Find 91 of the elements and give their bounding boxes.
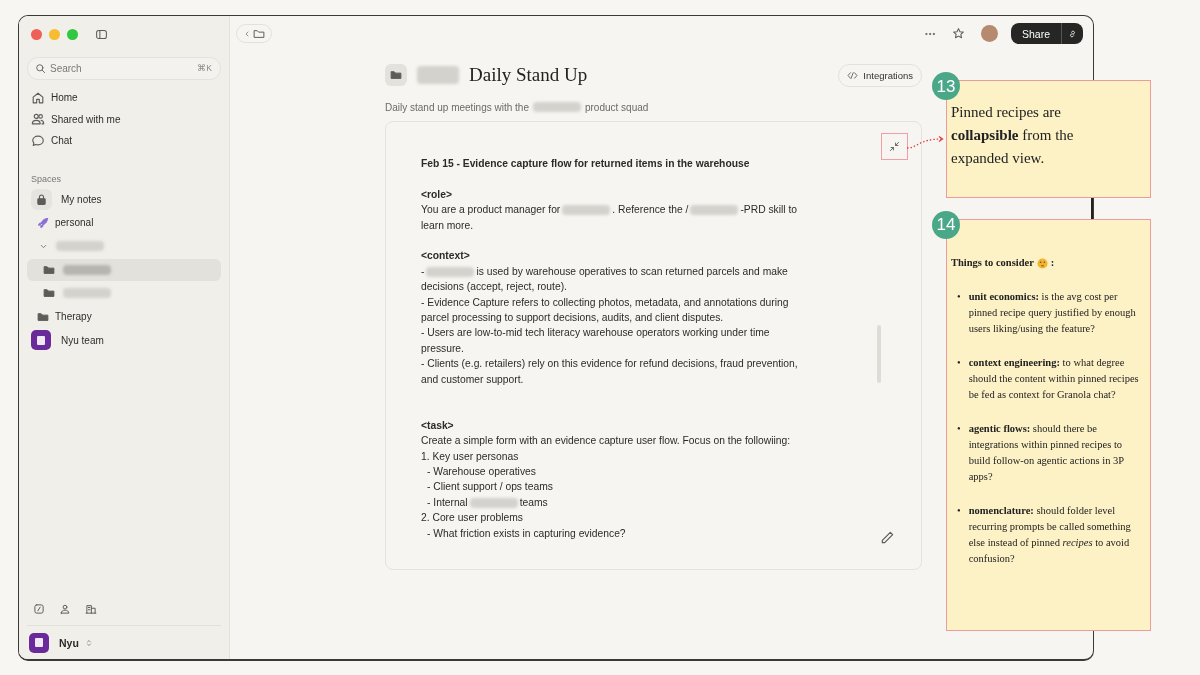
note-text: - Evidence Capture refers to collecting photos, metadata, and annotations during parcel processing to support decisions, audits, and client disputes. — [421, 295, 790, 326]
note-text: - What friction exists in capturing evidence? — [426, 526, 627, 541]
nav-item[interactable]: Home — [27, 87, 221, 109]
note-heading: Feb 15 - Evidence capture flow for returned items in the warehouse — [421, 157, 751, 171]
note-text: - — [421, 265, 425, 277]
folder-icon — [390, 69, 402, 81]
integrations-button[interactable]: Integrations — [838, 63, 922, 87]
section-tag: <task> — [421, 417, 806, 434]
space-item[interactable]: personal — [27, 212, 221, 234]
copy-link-button[interactable] — [1061, 23, 1083, 44]
thinking-face-icon — [1036, 257, 1048, 269]
bullet-text: unit economics: is the avg cost per pinned recipe query justified by enough users liking/using the feature? — [968, 290, 1137, 336]
folder-outline-icon — [253, 27, 265, 40]
folder-icon — [37, 310, 49, 323]
redaction-blur — [417, 66, 459, 84]
collapse-arrows-icon — [889, 141, 900, 152]
note-text: -PRD skill to — [740, 204, 798, 216]
annotation-heading: Things to consider — [951, 256, 1034, 270]
note-text: . Reference the / — [612, 204, 689, 216]
folder-icon — [43, 263, 55, 276]
lock-icon — [35, 192, 48, 206]
redaction-blur — [690, 205, 739, 216]
chevron-left-icon — [243, 29, 251, 38]
sidebar-toggle-icon — [95, 28, 108, 41]
code-icon — [847, 69, 859, 81]
home-icon — [31, 90, 45, 105]
section-tag: <role> — [421, 186, 806, 203]
redaction-blur — [562, 205, 611, 216]
shortcut-hint: ⌘K — [197, 63, 212, 73]
team-avatar-icon — [29, 632, 49, 653]
redaction-blur — [469, 498, 518, 509]
note-text: decisions (accept, reject, route). — [421, 280, 568, 295]
document-title: Daily Stand Up — [469, 64, 588, 86]
note-text: - Warehouse operatives — [426, 465, 537, 480]
close-window-button[interactable] — [31, 29, 42, 40]
space-item[interactable]: My notes — [27, 188, 221, 210]
bullet-marker: • — [957, 290, 961, 304]
redaction-blur — [532, 102, 581, 112]
star-button[interactable] — [951, 27, 965, 40]
note-text: is used by warehouse operatives to scan returned parcels and make — [476, 265, 788, 277]
note-text: Create a simple form with an evidence capture user flow. Focus on the followiing: — [421, 434, 792, 449]
document-subtitle: product squad — [584, 101, 649, 113]
note-text: You are a product manager for — [421, 204, 561, 216]
bullet-marker: • — [957, 422, 961, 436]
updown-caret-icon — [84, 638, 93, 647]
people-icon — [31, 112, 45, 127]
chat-icon — [31, 133, 45, 148]
bullet-marker: • — [957, 504, 961, 518]
search-icon — [35, 63, 46, 74]
bullet-marker: • — [957, 356, 961, 370]
minimize-window-button[interactable] — [49, 29, 60, 40]
collapse-button[interactable] — [881, 133, 908, 160]
note-text: 2. Core user problems — [421, 511, 524, 526]
note-icon — [33, 603, 45, 615]
nav-item[interactable]: Shared with me — [27, 108, 221, 130]
team-avatar-icon — [31, 330, 51, 351]
note-text: - Users are low-to-mid tech literacy warehouse operators working under time pressure. — [421, 326, 771, 356]
redaction-blur — [63, 264, 111, 275]
section-label: Spaces — [30, 172, 63, 186]
annotation-heading: : — [1050, 256, 1055, 270]
back-button[interactable] — [236, 24, 272, 43]
share-button[interactable]: Share — [1010, 23, 1061, 44]
workspace-switcher[interactable]: Nyu — [27, 626, 221, 659]
maximize-window-button[interactable] — [67, 29, 78, 40]
person-icon — [59, 603, 71, 615]
star-icon — [951, 27, 965, 40]
redaction-blur — [56, 241, 104, 252]
note-text: teams — [519, 496, 548, 508]
building-icon — [85, 603, 97, 615]
user-avatar[interactable] — [980, 25, 998, 42]
note-text: - Clients (e.g. retailers) rely on this evidence for refund decisions, fraud prevention, and customer support. — [421, 357, 799, 387]
folder-item[interactable]: Therapy — [27, 306, 221, 328]
bullet-text: agentic flows: should there be integrations within pinned recipes to build follow-on agentic actions in 3P apps? — [968, 422, 1125, 484]
redaction-blur — [63, 288, 111, 299]
document-subtitle: Daily stand up meetings with the — [385, 101, 529, 113]
note-text: - Client support / ops teams — [426, 480, 554, 495]
nav-item[interactable]: Chat — [27, 130, 221, 152]
space-item[interactable]: Nyu team — [27, 329, 221, 351]
section-tag: <context> — [421, 248, 806, 264]
bullet-text: context engineering: to what degree should the content within pinned recipes be fed as context for Granola chat? — [968, 356, 1140, 402]
rocket-icon — [37, 216, 49, 229]
folder-icon — [43, 287, 55, 300]
note-text: - Internal — [427, 496, 468, 508]
annotation-text: Pinned recipes are collapsible from the expanded view. — [951, 103, 1075, 168]
folder-item[interactable] — [27, 259, 221, 281]
redaction-blur — [426, 267, 475, 278]
note-text: 1. Key user personas — [421, 449, 520, 464]
note-text: learn more. — [421, 218, 475, 233]
bullet-text: nomenclature: should folder level recurring prompts be called something else instead of pinned recipes to avoid confusion? — [968, 504, 1132, 566]
pencil-icon — [880, 530, 895, 545]
leader-line — [906, 134, 946, 150]
